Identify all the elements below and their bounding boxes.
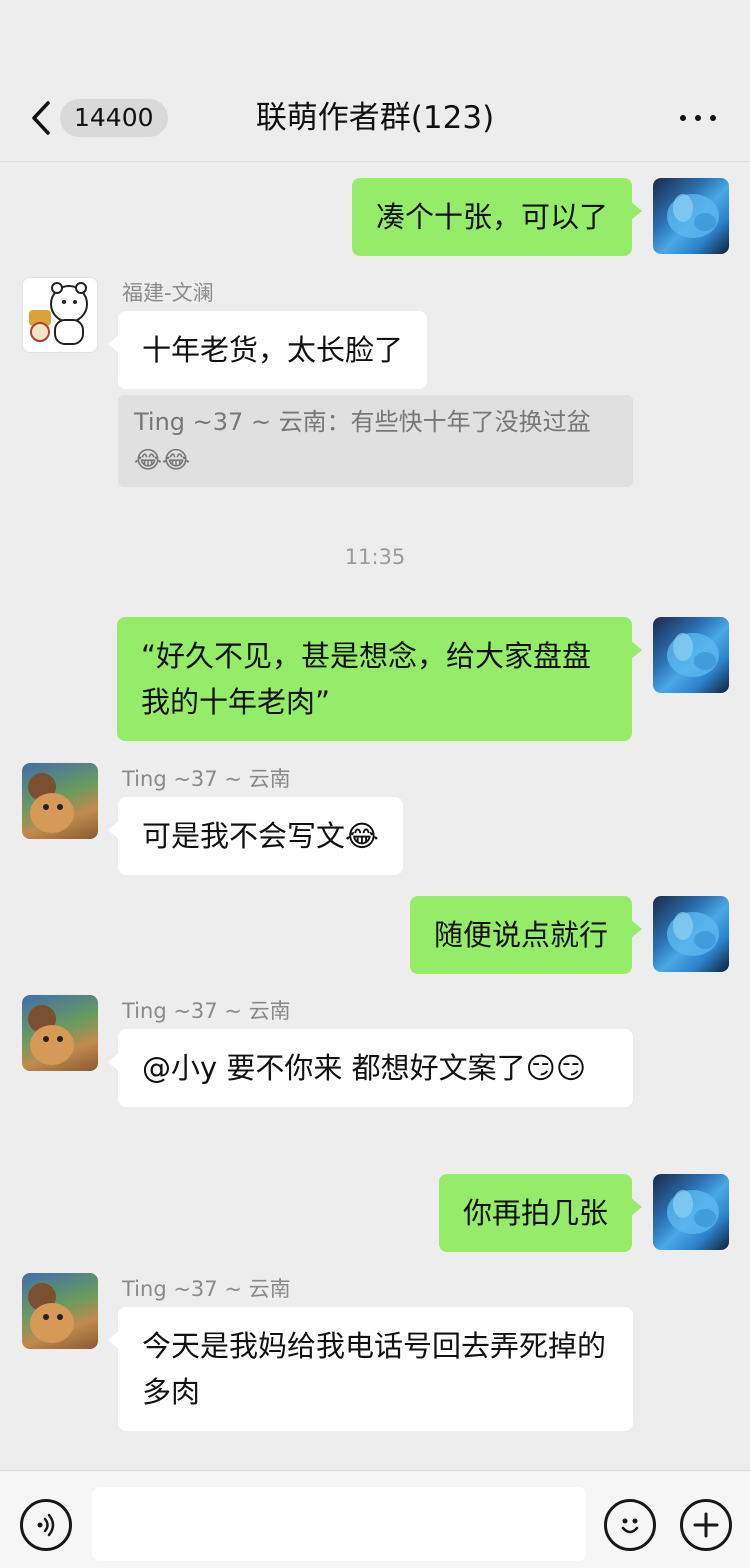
my-avatar[interactable] bbox=[653, 617, 729, 693]
chat-title: 联萌作者群(123) bbox=[255, 100, 495, 136]
message-list[interactable]: 凑个十张，可以了 福建-文澜 十年老货，太长脸了 Ting ~37 ~ 云南：有… bbox=[0, 163, 750, 1468]
emoji-button[interactable] bbox=[604, 1499, 656, 1551]
bear-avatar-image bbox=[29, 282, 88, 345]
message-timestamp: 11:35 bbox=[344, 545, 406, 569]
message-bubble-sent[interactable]: “好久不见，甚是想念，给大家盘盘我的十年老肉” bbox=[117, 617, 642, 741]
more-button[interactable] bbox=[680, 110, 716, 126]
emoji-icon bbox=[621, 1518, 639, 1534]
message-bubble-sent[interactable]: 随便说点就行 bbox=[409, 896, 643, 974]
dog-avatar-image bbox=[28, 1283, 74, 1343]
succulent-avatar-image bbox=[667, 194, 719, 238]
sender-avatar[interactable] bbox=[22, 763, 98, 839]
message-bubble-sent[interactable]: 你再拍几张 bbox=[438, 1174, 643, 1252]
chat-header: 14400 联萌作者群(123) bbox=[0, 0, 750, 162]
voice-button[interactable] bbox=[20, 1499, 72, 1551]
succulent-avatar-image bbox=[667, 912, 719, 956]
my-avatar[interactable] bbox=[653, 896, 729, 972]
message-bubble-received[interactable]: @小y 要不你来 都想好文案了😏😏 bbox=[108, 1029, 633, 1107]
plus-icon bbox=[693, 1512, 719, 1538]
quoted-message[interactable]: Ting ~37 ~ 云南：有些快十年了没换过盆😂😂 bbox=[118, 395, 633, 487]
sender-name: Ting ~37 ~ 云南 bbox=[122, 1277, 291, 1301]
sender-name: Ting ~37 ~ 云南 bbox=[122, 999, 291, 1023]
sender-avatar[interactable] bbox=[22, 995, 98, 1071]
sender-avatar[interactable] bbox=[22, 1273, 98, 1349]
dog-avatar-image bbox=[28, 1005, 74, 1065]
more-functions-button[interactable] bbox=[680, 1499, 732, 1551]
sender-name: 福建-文澜 bbox=[122, 281, 214, 305]
more-icon bbox=[680, 115, 686, 121]
message-bubble-received[interactable]: 十年老货，太长脸了 bbox=[107, 311, 428, 389]
succulent-avatar-image bbox=[667, 1190, 719, 1234]
dog-avatar-image bbox=[28, 773, 74, 833]
succulent-avatar-image bbox=[667, 633, 719, 677]
message-bubble-received[interactable]: 可是我不会写文😂 bbox=[108, 797, 403, 875]
sender-name: Ting ~37 ~ 云南 bbox=[122, 767, 291, 791]
voice-icon bbox=[37, 1513, 55, 1537]
my-avatar[interactable] bbox=[653, 178, 729, 254]
message-bubble-received[interactable]: 今天是我妈给我电话号回去弄死掉的多肉 bbox=[108, 1307, 633, 1431]
message-bubble-sent[interactable]: 凑个十张，可以了 bbox=[351, 178, 643, 256]
sender-avatar[interactable] bbox=[22, 277, 98, 353]
my-avatar[interactable] bbox=[653, 1174, 729, 1250]
message-input[interactable] bbox=[92, 1487, 586, 1561]
input-bar bbox=[0, 1470, 750, 1568]
